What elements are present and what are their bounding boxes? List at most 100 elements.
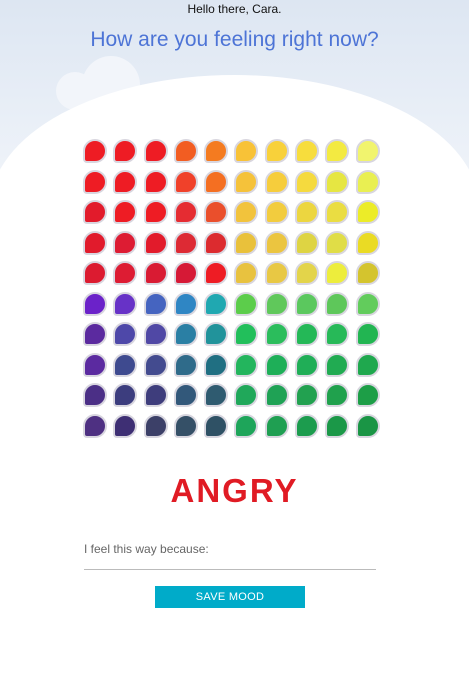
mood-cell[interactable] (113, 169, 138, 194)
mood-cell[interactable] (113, 200, 138, 224)
mood-cell[interactable] (355, 230, 380, 255)
mood-cell[interactable] (295, 413, 320, 438)
mood-cell[interactable] (355, 169, 380, 194)
mood-cell[interactable] (83, 291, 107, 316)
mood-cell[interactable] (113, 139, 138, 163)
mood-cell[interactable] (113, 352, 138, 377)
mood-cell[interactable] (83, 413, 107, 438)
mood-cell[interactable] (204, 291, 229, 316)
mood-cell[interactable] (264, 413, 289, 438)
mood-cell[interactable] (83, 261, 107, 285)
mood-cell[interactable] (234, 322, 259, 346)
mood-cell[interactable] (295, 200, 320, 224)
mood-cell[interactable] (355, 322, 380, 346)
mood-cell[interactable] (295, 261, 320, 285)
mood-cell[interactable] (264, 352, 289, 377)
mood-cell[interactable] (143, 169, 168, 194)
mood-cell[interactable] (264, 200, 289, 224)
mood-cell[interactable] (325, 322, 350, 346)
mood-cell[interactable] (295, 383, 320, 407)
mood-cell[interactable] (204, 230, 229, 255)
mood-cell[interactable] (204, 352, 229, 377)
mood-cell[interactable] (234, 169, 259, 194)
mood-cell[interactable] (234, 139, 259, 163)
mood-cell[interactable] (173, 291, 198, 316)
mood-cell[interactable] (173, 413, 198, 438)
mood-cell[interactable] (325, 383, 350, 407)
mood-cell[interactable] (325, 139, 350, 163)
mood-cell[interactable] (295, 352, 320, 377)
mood-cell[interactable] (295, 291, 320, 316)
mood-cell[interactable] (355, 291, 380, 316)
mood-cell[interactable] (173, 169, 198, 194)
mood-cell[interactable] (234, 383, 259, 407)
mood-cell[interactable] (264, 169, 289, 194)
mood-cell[interactable] (173, 200, 198, 224)
mood-cell[interactable] (295, 322, 320, 346)
mood-cell[interactable] (173, 230, 198, 255)
mood-cell[interactable] (173, 352, 198, 377)
mood-cell[interactable] (173, 139, 198, 163)
mood-cell[interactable] (234, 413, 259, 438)
mood-cell[interactable] (355, 261, 380, 285)
mood-cell[interactable] (325, 413, 350, 438)
mood-cell[interactable] (83, 322, 107, 346)
mood-cell[interactable] (143, 230, 168, 255)
mood-cell[interactable] (83, 169, 107, 194)
mood-cell[interactable] (325, 352, 350, 377)
mood-cell[interactable] (113, 322, 138, 346)
mood-cell[interactable] (173, 322, 198, 346)
mood-cell[interactable] (295, 169, 320, 194)
mood-cell[interactable] (264, 261, 289, 285)
mood-cell[interactable] (204, 200, 229, 224)
mood-cell[interactable] (355, 200, 380, 224)
mood-cell[interactable] (234, 200, 259, 224)
mood-cell[interactable] (355, 413, 380, 438)
save-mood-button[interactable]: SAVE MOOD (155, 586, 305, 608)
mood-cell[interactable] (143, 261, 168, 285)
mood-cell[interactable] (204, 139, 229, 163)
mood-cell[interactable] (83, 383, 107, 407)
mood-cell[interactable] (264, 230, 289, 255)
mood-cell[interactable] (325, 230, 350, 255)
mood-cell[interactable] (234, 261, 259, 285)
mood-cell[interactable] (83, 200, 107, 224)
mood-cell[interactable] (83, 139, 107, 163)
mood-cell[interactable] (143, 322, 168, 346)
mood-cell[interactable] (143, 139, 168, 163)
mood-cell[interactable] (204, 383, 229, 407)
mood-cell[interactable] (355, 139, 380, 163)
mood-cell[interactable] (295, 230, 320, 255)
mood-cell[interactable] (325, 261, 350, 285)
mood-cell[interactable] (325, 291, 350, 316)
mood-cell[interactable] (143, 413, 168, 438)
mood-cell[interactable] (143, 200, 168, 224)
mood-cell[interactable] (173, 383, 198, 407)
mood-cell[interactable] (204, 169, 229, 194)
mood-cell[interactable] (234, 230, 259, 255)
mood-cell[interactable] (204, 322, 229, 346)
mood-cell[interactable] (113, 230, 138, 255)
mood-cell[interactable] (264, 383, 289, 407)
mood-cell[interactable] (234, 352, 259, 377)
mood-cell[interactable] (113, 383, 138, 407)
mood-cell[interactable] (355, 383, 380, 407)
mood-cell[interactable] (113, 261, 138, 285)
mood-cell[interactable] (143, 291, 168, 316)
mood-cell[interactable] (234, 291, 259, 316)
mood-cell[interactable] (113, 413, 138, 438)
mood-cell[interactable] (113, 291, 138, 316)
mood-cell[interactable] (264, 139, 289, 163)
mood-cell[interactable] (83, 230, 107, 255)
mood-cell[interactable] (83, 352, 107, 377)
mood-cell[interactable] (295, 139, 320, 163)
mood-cell[interactable] (264, 291, 289, 316)
mood-cell[interactable] (355, 352, 380, 377)
mood-cell[interactable] (204, 261, 229, 285)
mood-cell[interactable] (264, 322, 289, 346)
mood-cell[interactable] (143, 383, 168, 407)
reason-input[interactable] (84, 558, 376, 570)
mood-cell[interactable] (325, 200, 350, 224)
mood-cell[interactable] (204, 413, 229, 438)
mood-cell[interactable] (173, 261, 198, 285)
